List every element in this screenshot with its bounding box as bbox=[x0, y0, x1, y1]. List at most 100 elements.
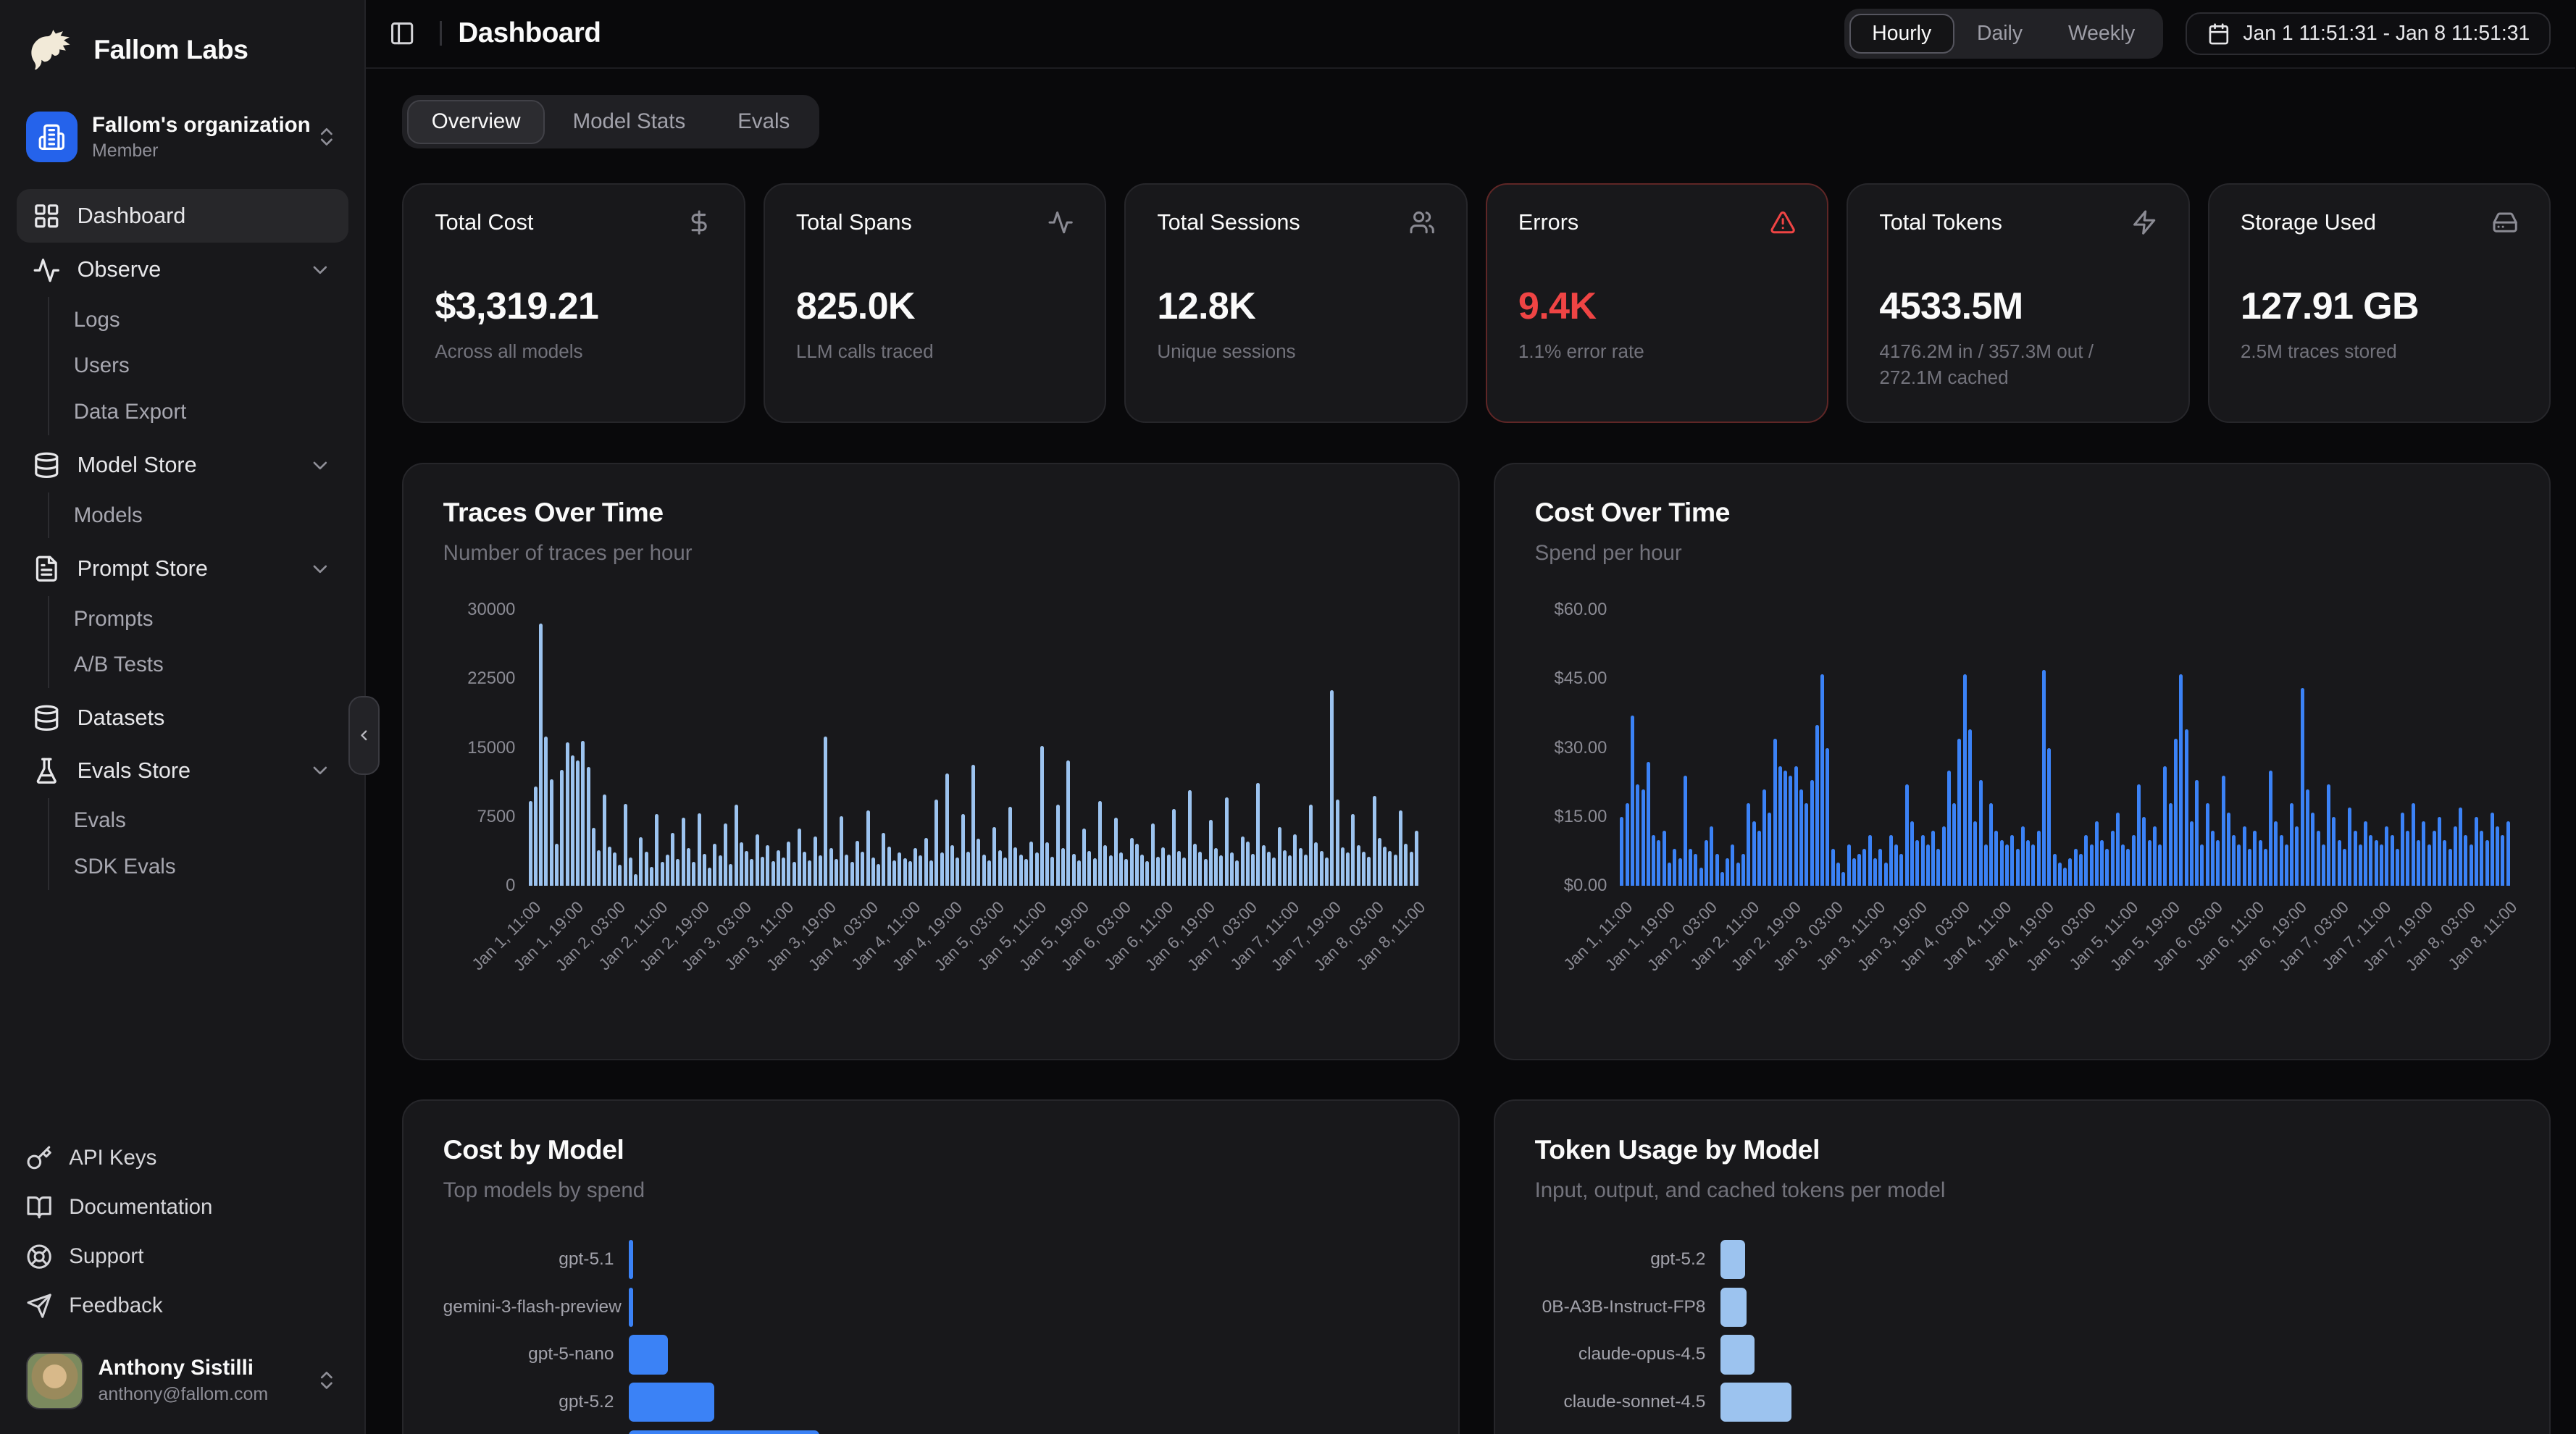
bar bbox=[861, 852, 864, 886]
bar bbox=[2021, 826, 2025, 886]
bar bbox=[1857, 854, 1861, 886]
sidebar-item-data-export[interactable]: Data Export bbox=[49, 389, 348, 435]
bar bbox=[639, 837, 643, 886]
bar bbox=[2010, 835, 2014, 886]
plot-area bbox=[1620, 610, 2510, 886]
chevrons-up-down-icon bbox=[315, 125, 338, 148]
bar bbox=[1399, 810, 1402, 886]
model-bar-row: gpt-5.2 bbox=[443, 1378, 1418, 1426]
user-email: anthony@fallom.com bbox=[98, 1384, 300, 1405]
sidebar-collapse-button[interactable] bbox=[348, 696, 380, 774]
bar bbox=[1346, 852, 1350, 886]
bar bbox=[1177, 851, 1181, 886]
granularity-weekly[interactable]: Weekly bbox=[2045, 14, 2157, 54]
bar bbox=[2449, 849, 2452, 886]
bar bbox=[745, 851, 748, 886]
bar bbox=[2074, 849, 2078, 886]
chevron-down-icon bbox=[309, 454, 332, 477]
tab-evals[interactable]: Evals bbox=[713, 100, 814, 144]
bar bbox=[1072, 854, 1076, 886]
sidebar-footer-label: Documentation bbox=[69, 1195, 212, 1220]
bar bbox=[1815, 725, 1819, 886]
bar bbox=[2000, 840, 2004, 886]
bar bbox=[1003, 858, 1007, 886]
plot-area bbox=[529, 610, 1419, 886]
sidebar-group-children: PromptsA/B Tests bbox=[48, 596, 348, 688]
org-switcher[interactable]: Fallom's organization Member bbox=[17, 104, 348, 171]
bar bbox=[2306, 789, 2309, 886]
bar bbox=[629, 1240, 633, 1279]
sidebar-item-evals[interactable]: Evals bbox=[49, 798, 348, 844]
y-tick-label: $45.00 bbox=[1555, 668, 1607, 689]
sidebar-toggle-button[interactable] bbox=[381, 12, 424, 55]
sidebar-footer-feedback[interactable]: Feedback bbox=[26, 1281, 338, 1330]
sidebar-group-model-store[interactable]: Model Store bbox=[17, 440, 348, 490]
granularity-daily[interactable]: Daily bbox=[1954, 14, 2046, 54]
chart-subtitle: Top models by spend bbox=[443, 1178, 1418, 1203]
bar bbox=[1241, 836, 1245, 886]
sidebar-item-dashboard[interactable]: Dashboard bbox=[17, 189, 348, 243]
bar bbox=[814, 836, 817, 886]
sidebar-footer-support[interactable]: Support bbox=[26, 1232, 338, 1281]
bar bbox=[2132, 835, 2136, 886]
bar bbox=[1668, 863, 1671, 886]
bar bbox=[655, 814, 658, 886]
stat-card-storage-used: Storage Used127.91 GB2.5M traces stored bbox=[2208, 183, 2551, 423]
stat-card-header: Total Cost bbox=[435, 209, 712, 235]
stat-card-value: 825.0K bbox=[796, 285, 1074, 328]
bar bbox=[982, 855, 986, 886]
chart-title: Token Usage by Model bbox=[1535, 1134, 2510, 1165]
bar bbox=[661, 862, 664, 886]
bar bbox=[2100, 840, 2104, 886]
stats-row: Total Cost$3,319.21Across all modelsTota… bbox=[402, 183, 2551, 423]
bar bbox=[2142, 817, 2146, 886]
layout-grid-icon bbox=[33, 202, 61, 230]
sidebar-item-sdk-evals[interactable]: SDK Evals bbox=[49, 844, 348, 889]
bar bbox=[581, 741, 585, 886]
bar bbox=[2084, 835, 2088, 886]
bar bbox=[2216, 840, 2220, 886]
sidebar-group-prompt-store[interactable]: Prompt Store bbox=[17, 543, 348, 594]
model-bar-row: gpt-5-nano bbox=[443, 1331, 1418, 1379]
date-range-button[interactable]: Jan 1 11:51:31 - Jan 8 11:51:31 bbox=[2186, 12, 2551, 56]
sidebar-footer-api-keys[interactable]: API Keys bbox=[26, 1133, 338, 1183]
sidebar-item-models[interactable]: Models bbox=[49, 492, 348, 538]
bar bbox=[2301, 688, 2304, 886]
stat-card-subtitle: 1.1% error rate bbox=[1518, 338, 1796, 365]
bar bbox=[987, 860, 991, 886]
bar bbox=[692, 862, 695, 886]
sidebar-item-a-b-tests[interactable]: A/B Tests bbox=[49, 642, 348, 687]
sidebar-item-prompts[interactable]: Prompts bbox=[49, 596, 348, 642]
bar bbox=[1810, 780, 1814, 886]
bar bbox=[2169, 803, 2173, 886]
model-bar-row: 0B-A3B-Instruct-FP8 bbox=[1535, 1283, 2510, 1331]
user-menu[interactable]: Anthony Sistilli anthony@fallom.com bbox=[17, 1342, 348, 1419]
model-label: gpt-5.2 bbox=[1535, 1249, 1720, 1270]
sidebar-footer-documentation[interactable]: Documentation bbox=[26, 1183, 338, 1232]
bar bbox=[1841, 872, 1845, 886]
tab-model-stats[interactable]: Model Stats bbox=[548, 100, 710, 144]
bar bbox=[571, 755, 574, 886]
chart-subtitle: Input, output, and cached tokens per mod… bbox=[1535, 1178, 2510, 1203]
bar bbox=[766, 845, 769, 886]
bar bbox=[2264, 849, 2267, 886]
bar bbox=[708, 868, 711, 886]
bar bbox=[1663, 831, 1666, 886]
bar bbox=[1963, 674, 1967, 886]
bar bbox=[1119, 852, 1123, 886]
bar bbox=[1705, 840, 1708, 886]
sidebar-item-logs[interactable]: Logs bbox=[49, 297, 348, 343]
tab-overview[interactable]: Overview bbox=[407, 100, 545, 144]
model-label: gpt-5-nano bbox=[443, 1344, 629, 1364]
sidebar-item-users[interactable]: Users bbox=[49, 343, 348, 389]
bar bbox=[2480, 831, 2483, 886]
content: OverviewModel StatsEvals Total Cost$3,31… bbox=[366, 69, 2575, 1434]
granularity-hourly[interactable]: Hourly bbox=[1849, 14, 1954, 54]
sidebar-group-observe[interactable]: Observe bbox=[17, 245, 348, 295]
bar bbox=[1050, 857, 1054, 886]
sidebar-group-datasets[interactable]: Datasets bbox=[17, 693, 348, 744]
model-label: gpt-5.1 bbox=[443, 1249, 629, 1270]
bar bbox=[713, 844, 716, 886]
user-name: Anthony Sistilli bbox=[98, 1356, 300, 1380]
sidebar-group-evals-store[interactable]: Evals Store bbox=[17, 745, 348, 796]
